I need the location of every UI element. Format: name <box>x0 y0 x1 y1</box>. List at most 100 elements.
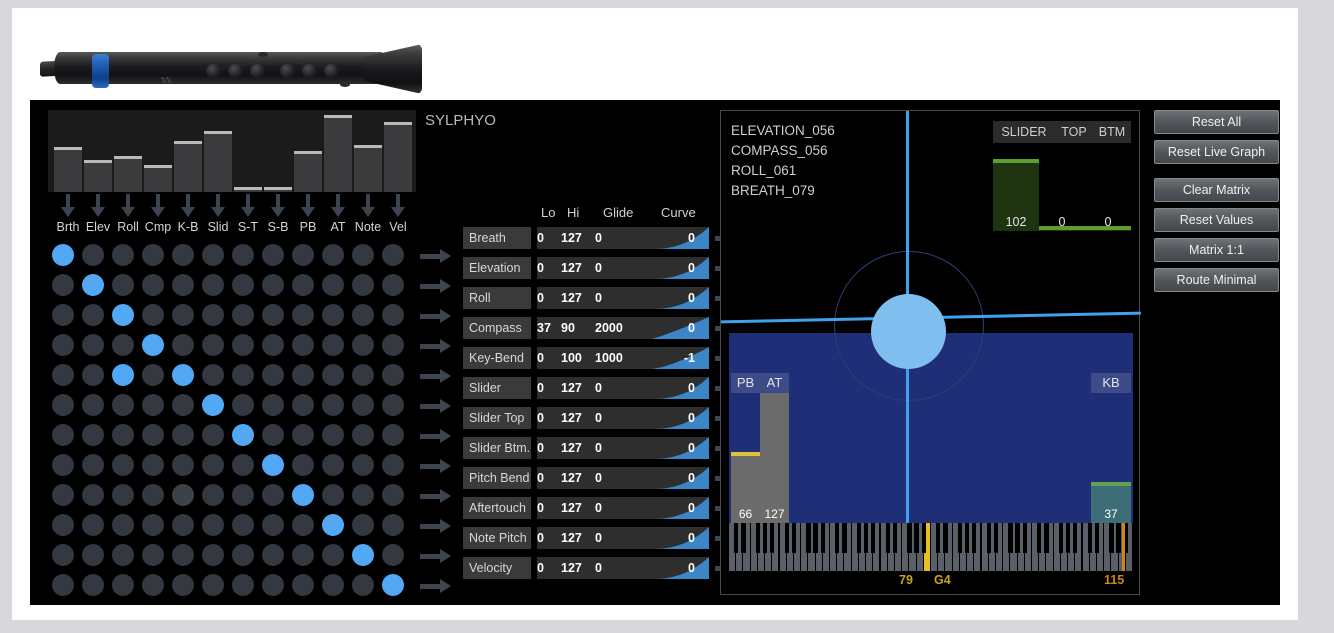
piano-black-key[interactable] <box>864 523 868 553</box>
matrix-cell[interactable] <box>172 454 194 476</box>
matrix-cell[interactable] <box>292 334 314 356</box>
matrix-cell[interactable] <box>142 424 164 446</box>
matrix-cell[interactable] <box>112 364 134 386</box>
piano-black-key[interactable] <box>1059 523 1063 553</box>
parameter-lo-value[interactable]: 0 <box>537 227 561 249</box>
piano-black-key[interactable] <box>1044 523 1048 553</box>
matrix-cell[interactable] <box>262 544 284 566</box>
parameter-lo-value[interactable]: 0 <box>537 467 561 489</box>
matrix-cell[interactable] <box>382 454 404 476</box>
parameter-lo-value[interactable]: 0 <box>537 497 561 519</box>
matrix-cell[interactable] <box>262 424 284 446</box>
piano-black-key[interactable] <box>734 523 738 553</box>
matrix-cell[interactable] <box>232 514 254 536</box>
matrix-cell[interactable] <box>232 544 254 566</box>
matrix-cell[interactable] <box>142 244 164 266</box>
matrix-cell[interactable] <box>142 514 164 536</box>
parameter-hi-value[interactable]: 127 <box>561 227 595 249</box>
matrix-cell[interactable] <box>352 364 374 386</box>
parameter-glide-value[interactable]: 0 <box>595 437 651 459</box>
matrix-cell[interactable] <box>262 514 284 536</box>
matrix-cell[interactable] <box>112 424 134 446</box>
matrix-cell[interactable] <box>322 424 344 446</box>
matrix-cell[interactable] <box>82 304 104 326</box>
piano-keyboard[interactable] <box>729 523 1133 571</box>
matrix-cell[interactable] <box>382 574 404 596</box>
matrix-cell[interactable] <box>322 334 344 356</box>
piano-black-key[interactable] <box>936 523 940 553</box>
matrix-cell[interactable] <box>202 334 224 356</box>
matrix-cell[interactable] <box>292 274 314 296</box>
parameter-curve-widget[interactable]: 0 <box>651 557 709 579</box>
matrix-cell[interactable] <box>112 454 134 476</box>
live-graph-panel[interactable]: ELEVATION_056COMPASS_056ROLL_061BREATH_0… <box>720 110 1140 595</box>
matrix-cell[interactable] <box>142 364 164 386</box>
matrix-cell[interactable] <box>202 514 224 536</box>
matrix-cell[interactable] <box>172 544 194 566</box>
matrix-1-1-button[interactable]: Matrix 1:1 <box>1154 238 1279 262</box>
matrix-cell[interactable] <box>262 304 284 326</box>
matrix-cell[interactable] <box>112 244 134 266</box>
matrix-cell[interactable] <box>322 364 344 386</box>
parameter-glide-value[interactable]: 0 <box>595 377 651 399</box>
matrix-cell[interactable] <box>262 394 284 416</box>
matrix-cell[interactable] <box>202 424 224 446</box>
matrix-cell[interactable] <box>322 394 344 416</box>
matrix-cell[interactable] <box>172 394 194 416</box>
matrix-cell[interactable] <box>142 304 164 326</box>
reset-live-graph-button[interactable]: Reset Live Graph <box>1154 140 1279 164</box>
matrix-cell[interactable] <box>172 244 194 266</box>
parameter-curve-widget[interactable]: 0 <box>651 287 709 309</box>
matrix-cell[interactable] <box>352 274 374 296</box>
matrix-cell[interactable] <box>172 274 194 296</box>
matrix-cell[interactable] <box>82 364 104 386</box>
matrix-cell[interactable] <box>142 334 164 356</box>
matrix-cell[interactable] <box>82 484 104 506</box>
piano-black-key[interactable] <box>857 523 861 553</box>
piano-black-key[interactable] <box>785 523 789 553</box>
parameter-hi-value[interactable]: 127 <box>561 497 595 519</box>
parameter-hi-value[interactable]: 100 <box>561 347 595 369</box>
piano-black-key[interactable] <box>907 523 911 553</box>
matrix-cell[interactable] <box>172 304 194 326</box>
matrix-cell[interactable] <box>352 484 374 506</box>
matrix-cell[interactable] <box>382 334 404 356</box>
matrix-cell[interactable] <box>382 514 404 536</box>
matrix-cell[interactable] <box>142 454 164 476</box>
matrix-cell[interactable] <box>52 484 74 506</box>
parameter-lo-value[interactable]: 0 <box>537 257 561 279</box>
matrix-cell[interactable] <box>322 514 344 536</box>
matrix-cell[interactable] <box>52 454 74 476</box>
parameter-curve-widget[interactable]: 0 <box>651 317 709 339</box>
matrix-cell[interactable] <box>262 244 284 266</box>
matrix-cell[interactable] <box>202 574 224 596</box>
matrix-cell[interactable] <box>262 454 284 476</box>
piano-black-key[interactable] <box>893 523 897 553</box>
matrix-cell[interactable] <box>112 394 134 416</box>
parameter-curve-widget[interactable]: 0 <box>651 227 709 249</box>
parameter-lo-value[interactable]: 0 <box>537 437 561 459</box>
matrix-cell[interactable] <box>292 304 314 326</box>
matrix-cell[interactable] <box>352 394 374 416</box>
matrix-cell[interactable] <box>172 514 194 536</box>
matrix-cell[interactable] <box>82 394 104 416</box>
parameter-hi-value[interactable]: 90 <box>561 317 595 339</box>
matrix-cell[interactable] <box>382 484 404 506</box>
matrix-cell[interactable] <box>82 334 104 356</box>
matrix-cell[interactable] <box>322 544 344 566</box>
matrix-cell[interactable] <box>262 364 284 386</box>
matrix-cell[interactable] <box>352 544 374 566</box>
piano-black-key[interactable] <box>972 523 976 553</box>
piano-black-key[interactable] <box>886 523 890 553</box>
matrix-cell[interactable] <box>52 304 74 326</box>
matrix-cell[interactable] <box>382 304 404 326</box>
matrix-cell[interactable] <box>52 514 74 536</box>
piano-black-key[interactable] <box>994 523 998 553</box>
piano-black-key[interactable] <box>813 523 817 553</box>
matrix-cell[interactable] <box>322 454 344 476</box>
piano-black-key[interactable] <box>1008 523 1012 553</box>
reset-all-button[interactable]: Reset All <box>1154 110 1279 134</box>
matrix-cell[interactable] <box>52 274 74 296</box>
matrix-cell[interactable] <box>172 364 194 386</box>
matrix-cell[interactable] <box>352 454 374 476</box>
